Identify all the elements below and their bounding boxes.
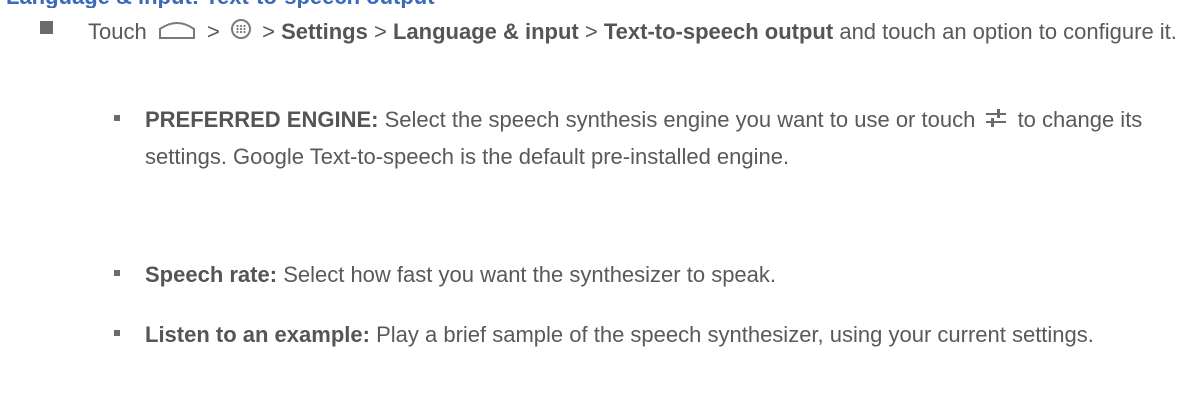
listen-example-label: Listen to an example: [145, 322, 370, 347]
separator-1: > [206, 19, 220, 44]
list-item-text: PREFERRED ENGINE: Select the speech synt… [145, 102, 1185, 175]
small-square-bullet-icon [114, 115, 120, 121]
settings-sliders-icon [985, 103, 1007, 139]
small-square-bullet-icon [114, 270, 120, 276]
preferred-engine-label: PREFERRED ENGINE: [145, 107, 379, 132]
square-bullet-icon [40, 21, 53, 34]
speech-rate-label: Speech rate: [145, 262, 278, 287]
separator-3: > [373, 19, 387, 44]
speech-rate-text: Select how fast you want the synthesizer… [283, 262, 777, 287]
small-square-bullet-icon [114, 330, 120, 336]
section-heading-cut: Language & input: Text-to-speech output [6, 0, 786, 8]
language-input-label: Language & input [392, 19, 579, 44]
listen-example-text: Play a brief sample of the speech synthe… [376, 322, 1094, 347]
preferred-engine-text-before: Select the speech synthesis engine you w… [384, 107, 976, 132]
instruction-text: Touch > > Settings > Language & input > … [88, 14, 1188, 51]
touch-word: Touch [88, 19, 147, 44]
instruction-tail: and touch an option to configure it. [839, 19, 1177, 44]
list-item-text: Speech rate: Select how fast you want th… [145, 257, 1185, 293]
section-heading-text: Language & input: Text-to-speech output [6, 0, 435, 8]
separator-4: > [584, 19, 598, 44]
apps-icon [230, 15, 252, 51]
list-item-text: Listen to an example: Play a brief sampl… [145, 317, 1185, 353]
tts-output-label: Text-to-speech output [603, 19, 834, 44]
settings-label: Settings [281, 19, 368, 44]
home-icon [157, 15, 197, 51]
separator-2: > [262, 19, 275, 44]
